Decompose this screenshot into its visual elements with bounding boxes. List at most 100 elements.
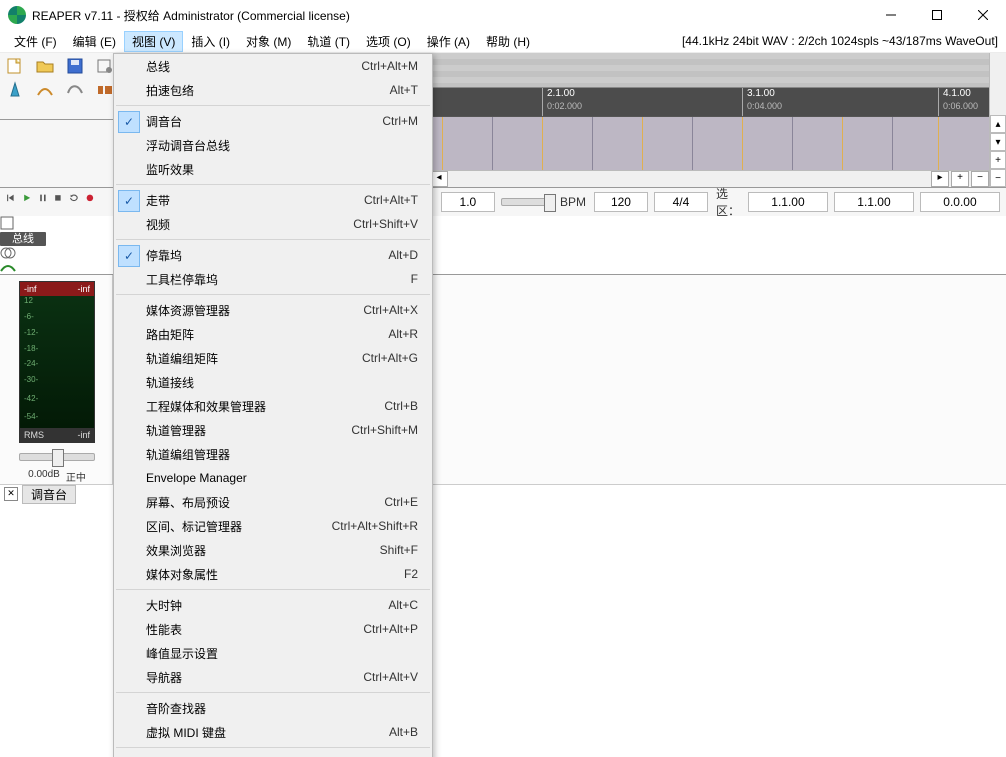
menu-item[interactable]: ✓走带Ctrl+Alt+T [114, 188, 432, 212]
ruler-mark: 2.1.000:02.000 [542, 88, 582, 116]
menu-item-label: 浮动调音台总线 [146, 137, 418, 154]
menu-item-label: 峰值显示设置 [146, 645, 418, 662]
menu-item[interactable]: 媒体对象属性F2 [114, 562, 432, 586]
pan-slider[interactable] [19, 453, 95, 461]
arrange-area[interactable] [428, 116, 989, 170]
zoom-out-h-icon[interactable]: − [971, 171, 989, 187]
audio-device-status[interactable]: [44.1kHz 24bit WAV : 2/2ch 1024spls ~43/… [682, 34, 998, 48]
auto-crossfade-icon[interactable] [36, 81, 56, 101]
menu-item-label: 路由矩阵 [146, 326, 388, 343]
window-title: REAPER v7.11 - 授权给 Administrator (Commer… [32, 7, 350, 24]
menu-item-shortcut: F2 [404, 567, 418, 581]
menu-item[interactable]: 性能表Ctrl+Alt+P [114, 617, 432, 641]
vertical-scrollbar[interactable]: ▴ ▾ + − [989, 53, 1006, 187]
menu-item[interactable]: 导航器Ctrl+Alt+V [114, 665, 432, 689]
bpm-value[interactable]: 120 [594, 192, 648, 212]
menu-item[interactable]: 路由矩阵Alt+R [114, 322, 432, 346]
menu-item[interactable]: 轨道编组管理器 [114, 442, 432, 466]
menu-item-label: 工程媒体和效果管理器 [146, 398, 384, 415]
menu-track[interactable]: 轨道 (T) [299, 31, 358, 52]
check-icon: ✓ [118, 190, 140, 212]
rewind-button[interactable] [6, 193, 16, 211]
volume-readout[interactable]: 0.00dB [28, 469, 60, 484]
menu-item[interactable]: 大时钟Alt+C [114, 593, 432, 617]
menu-item[interactable]: 浮动调音台总线 [114, 133, 432, 157]
menu-item[interactable]: 媒体资源管理器Ctrl+Alt+X [114, 298, 432, 322]
menu-item-shortcut: Alt+T [390, 83, 418, 97]
menu-item[interactable]: 工程媒体和效果管理器Ctrl+B [114, 394, 432, 418]
menu-item[interactable]: 峰值显示设置 [114, 641, 432, 665]
menu-item[interactable]: 显示或隐藏所有浮动的窗口Ctrl+Alt+F [114, 751, 432, 757]
selection-end[interactable]: 1.1.00 [834, 192, 914, 212]
rate-value[interactable]: 1.0 [441, 192, 495, 212]
scroll-up-icon[interactable]: ▴ [990, 115, 1006, 133]
menu-item-shortcut: Ctrl+Shift+M [351, 423, 418, 437]
menu-item[interactable]: 总线Ctrl+Alt+M [114, 54, 432, 78]
menu-item[interactable]: 工具栏停靠坞F [114, 267, 432, 291]
menu-view[interactable]: 视图 (V) [124, 31, 183, 52]
master-strip[interactable]: -inf-inf 12 -6- -12- -18- -24- -30- -42-… [2, 275, 113, 484]
close-tab-icon[interactable]: ✕ [4, 487, 18, 501]
menu-item[interactable]: ✓调音台Ctrl+M [114, 109, 432, 133]
rms-value: -inf [77, 428, 90, 442]
minimize-button[interactable] [868, 0, 914, 30]
zoom-in-v-icon[interactable]: + [990, 151, 1006, 169]
menu-item[interactable]: 轨道管理器Ctrl+Shift+M [114, 418, 432, 442]
menu-item[interactable]: 轨道接线 [114, 370, 432, 394]
menu-item[interactable]: 区间、标记管理器Ctrl+Alt+Shift+R [114, 514, 432, 538]
menu-item[interactable]: 音阶查找器 [114, 696, 432, 720]
close-button[interactable] [960, 0, 1006, 30]
menu-item[interactable]: 视频Ctrl+Shift+V [114, 212, 432, 236]
mixer-tab[interactable]: 调音台 [22, 485, 76, 504]
horizontal-scrollbar[interactable]: ◂ ▸ + − [428, 170, 989, 187]
menu-item-label: 区间、标记管理器 [146, 518, 332, 535]
selection-start[interactable]: 1.1.00 [748, 192, 828, 212]
menu-item-label: 音阶查找器 [146, 700, 418, 717]
menu-actions[interactable]: 操作 (A) [419, 31, 478, 52]
maximize-button[interactable] [914, 0, 960, 30]
menu-item[interactable]: ✓停靠坞Alt+D [114, 243, 432, 267]
menu-help[interactable]: 帮助 (H) [478, 31, 538, 52]
play-button[interactable] [22, 193, 32, 211]
menu-insert[interactable]: 插入 (I) [183, 31, 238, 52]
metronome-icon[interactable] [6, 81, 26, 101]
zoom-out-v-icon[interactable]: − [990, 169, 1006, 187]
menu-item[interactable]: 屏幕、布局预设Ctrl+E [114, 490, 432, 514]
scroll-right-icon[interactable]: ▸ [931, 171, 949, 187]
menu-item-label: 轨道接线 [146, 374, 418, 391]
selection-length[interactable]: 0.0.00 [920, 192, 1000, 212]
save-project-icon[interactable] [66, 57, 86, 77]
zoom-in-h-icon[interactable]: + [951, 171, 969, 187]
menu-item-label: 监听效果 [146, 161, 418, 178]
menu-item[interactable]: 拍速包络Alt+T [114, 78, 432, 102]
menu-item[interactable]: 虚拟 MIDI 键盘Alt+B [114, 720, 432, 744]
menu-item[interactable]: Envelope Manager [114, 466, 432, 490]
open-project-icon[interactable] [36, 57, 56, 77]
master-label[interactable]: 总线 [0, 232, 46, 246]
pan-readout[interactable]: 正中 [66, 469, 86, 484]
selection-label: 选区： [716, 185, 740, 219]
menu-item[interactable]: 监听效果 [114, 157, 432, 181]
menu-item-shortcut: Alt+D [388, 248, 418, 262]
pause-button[interactable] [38, 193, 48, 211]
menu-item[interactable]: 效果浏览器Shift+F [114, 538, 432, 562]
menu-item[interactable]: 对象 (M) [238, 31, 299, 52]
record-button[interactable] [85, 193, 95, 211]
menu-item-label: 拍速包络 [146, 82, 390, 99]
menu-file[interactable]: 文件 (F) [6, 31, 65, 52]
menu-item-label: 视频 [146, 216, 353, 233]
envelope-icon[interactable] [66, 81, 86, 101]
menu-item[interactable]: 轨道编组矩阵Ctrl+Alt+G [114, 346, 432, 370]
rate-slider[interactable] [501, 198, 552, 206]
loop-button[interactable] [69, 193, 79, 211]
scroll-down-icon[interactable]: ▾ [990, 133, 1006, 151]
timesig-value[interactable]: 4/4 [654, 192, 708, 212]
stop-button[interactable] [53, 193, 63, 211]
timeline-ruler[interactable]: 2.1.000:02.000 3.1.000:04.000 4.1.000:06… [428, 88, 989, 116]
menu-options[interactable]: 选项 (O) [358, 31, 419, 52]
new-project-icon[interactable] [6, 57, 26, 77]
menu-item-shortcut: Ctrl+Alt+Shift+R [332, 519, 418, 533]
menu-edit[interactable]: 编辑 (E) [65, 31, 124, 52]
menu-item-shortcut: Alt+B [389, 725, 418, 739]
menu-item-label: 大时钟 [146, 597, 388, 614]
